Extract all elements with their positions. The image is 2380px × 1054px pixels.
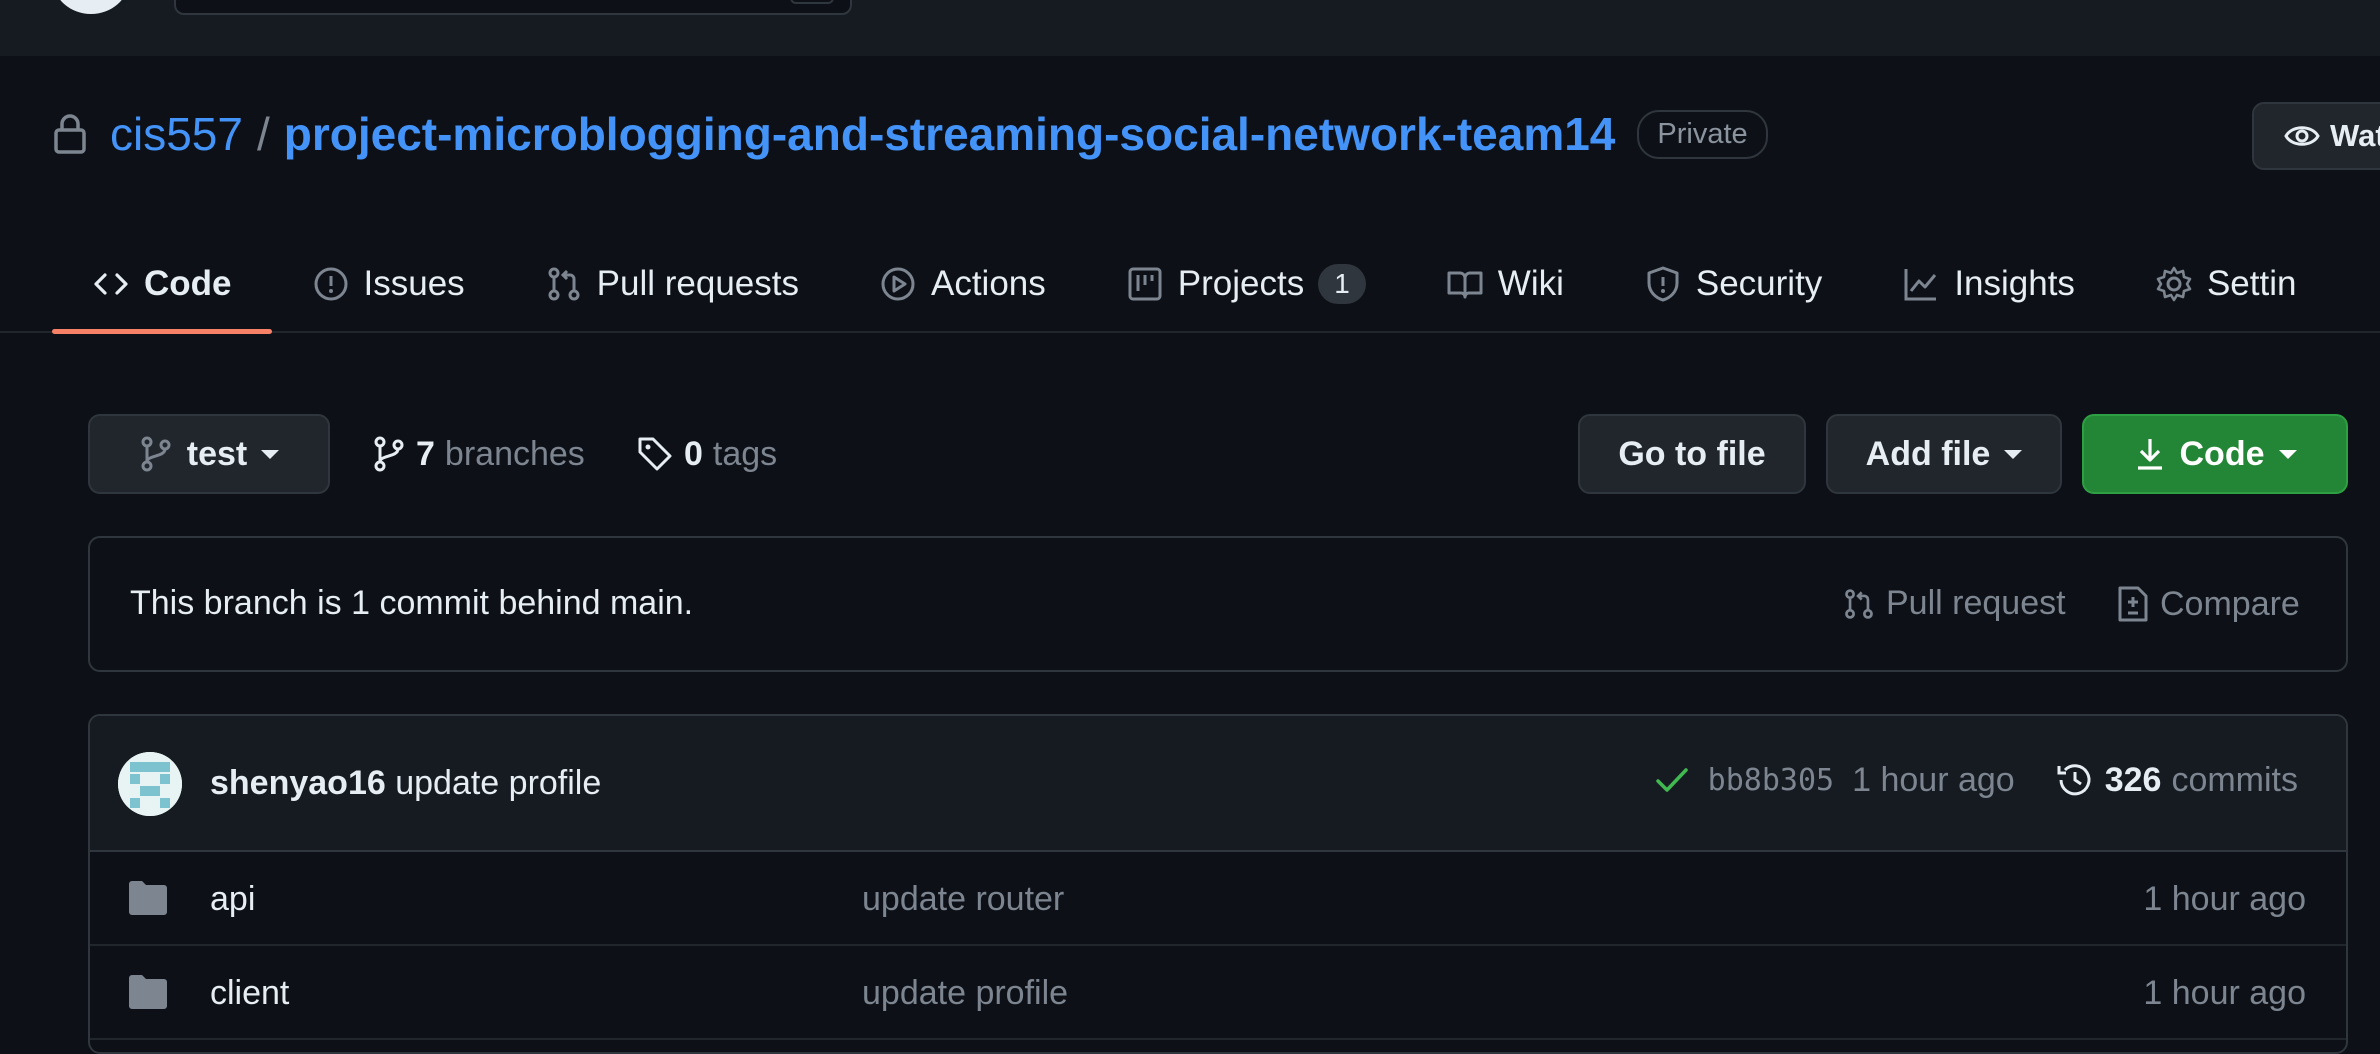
folder-icon (129, 881, 167, 915)
tag-icon (638, 437, 672, 471)
file-commit-message-link[interactable]: update profile (862, 974, 1068, 1013)
repository-title: cis557 / project-microblogging-and-strea… (52, 104, 1768, 164)
file-age: 1 hour ago (2143, 880, 2306, 918)
issue-icon (314, 267, 347, 301)
branch-status-text: This branch is 1 commit behind main. (130, 584, 694, 622)
tab-settings[interactable]: Settin (2115, 236, 2337, 332)
check-icon[interactable] (1654, 765, 1690, 795)
go-to-file-button[interactable]: Go to file (1578, 414, 1806, 494)
graph-icon (1904, 269, 1937, 301)
watch-button[interactable]: Wat (2252, 102, 2380, 170)
repo-nav-tabs: Code Issues Pull requests Actions Projec… (52, 236, 2337, 334)
tab-projects[interactable]: Projects 1 (1086, 236, 1406, 332)
tab-issues[interactable]: Issues (272, 236, 505, 332)
eye-icon (2284, 126, 2320, 146)
repo-separator: / (256, 108, 270, 160)
repo-name-link[interactable]: project-microblogging-and-streaming-soci… (284, 107, 1616, 161)
tab-label: Code (144, 264, 232, 303)
latest-commit-bar: shenyao16 update profile bb8b305 1 hour … (90, 716, 2346, 852)
file-name-link[interactable]: api (210, 880, 255, 919)
commits-link[interactable]: 326 commits (2055, 760, 2298, 800)
tab-security[interactable]: Security (1604, 236, 1862, 332)
tab-code[interactable]: Code (52, 236, 272, 334)
tab-label: Wiki (1497, 264, 1564, 303)
avatar[interactable] (118, 752, 182, 816)
tags-count: 0 (684, 434, 703, 473)
branch-icon (374, 436, 404, 472)
file-name-link[interactable]: client (210, 974, 289, 1013)
branch-status-notice: This branch is 1 commit behind main. Pul… (88, 536, 2348, 672)
table-row[interactable]: client update profile 1 hour ago (90, 946, 2346, 1040)
tab-pull-requests[interactable]: Pull requests (505, 236, 839, 332)
commits-label: commits (2171, 760, 2298, 799)
go-to-file-label: Go to file (1618, 434, 1766, 473)
file-age: 1 hour ago (2143, 974, 2306, 1012)
branches-label: branches (444, 434, 585, 473)
pull-request-link[interactable]: Pull request (1842, 584, 2066, 623)
chevron-down-icon (261, 449, 280, 459)
tab-label: Insights (1954, 264, 2075, 303)
pull-request-icon (548, 267, 580, 301)
search-input[interactable] (174, 0, 852, 15)
tab-label: Security (1695, 264, 1823, 303)
identicon-icon (118, 752, 182, 816)
repo-owner-link[interactable]: cis557 (110, 107, 243, 161)
lock-icon (54, 114, 86, 154)
search-shortcut-key (790, 0, 834, 4)
shield-icon (1647, 266, 1679, 302)
file-navigation: test 7 branches 0 tags Go to file Add fi… (88, 414, 2348, 494)
projects-counter: 1 (1318, 264, 1366, 304)
commits-count: 326 (2104, 760, 2162, 799)
tab-label: Settin (2206, 264, 2297, 303)
history-icon (2057, 764, 2091, 796)
tags-link[interactable]: 0 tags (636, 414, 777, 494)
chevron-down-icon (2278, 449, 2297, 459)
code-dropdown-button[interactable]: Code (2082, 414, 2348, 494)
code-icon (94, 273, 128, 295)
tab-insights[interactable]: Insights (1862, 236, 2115, 332)
chevron-down-icon (2004, 449, 2023, 459)
commit-message-link[interactable]: update profile (395, 764, 601, 802)
pull-request-icon (1845, 588, 1873, 619)
file-commit-message-link[interactable]: update router (862, 880, 1064, 919)
add-file-button[interactable]: Add file (1826, 414, 2062, 494)
branch-select-button[interactable]: test (88, 414, 330, 494)
compare-label: Compare (2160, 584, 2300, 623)
book-icon (1447, 271, 1483, 299)
branch-name: test (186, 434, 248, 473)
github-logo-icon[interactable] (52, 0, 130, 14)
commit-summary: shenyao16 update profile (210, 764, 601, 803)
tab-label: Actions (930, 264, 1046, 303)
pull-request-label: Pull request (1886, 584, 2066, 622)
download-icon (2137, 439, 2162, 470)
visibility-badge: Private (1637, 109, 1768, 159)
global-header (0, 0, 2380, 56)
commit-age: 1 hour ago (1852, 760, 2015, 799)
tab-label: Pull requests (596, 264, 799, 303)
commit-meta: bb8b305 1 hour ago 326 commits (1654, 760, 2298, 800)
branches-count: 7 (416, 434, 435, 473)
project-icon (1128, 267, 1162, 301)
compare-link[interactable]: Compare (2116, 584, 2300, 624)
branch-icon (141, 436, 171, 472)
file-list: shenyao16 update profile bb8b305 1 hour … (88, 714, 2348, 1054)
tab-wiki[interactable]: Wiki (1406, 236, 1604, 332)
diff-icon (2118, 586, 2148, 622)
commit-author-link[interactable]: shenyao16 (210, 764, 386, 802)
table-row[interactable]: api update router 1 hour ago (90, 852, 2346, 946)
commit-sha-link[interactable]: bb8b305 (1708, 763, 1834, 798)
tags-label: tags (712, 434, 778, 473)
tab-actions[interactable]: Actions (839, 236, 1086, 332)
play-icon (881, 267, 915, 301)
folder-icon (129, 975, 167, 1009)
code-button-label: Code (2179, 434, 2265, 473)
watch-label: Wat (2330, 118, 2380, 153)
tab-label: Projects (1177, 264, 1305, 303)
branches-link[interactable]: 7 branches (372, 414, 585, 494)
tab-label: Issues (363, 264, 465, 303)
gear-icon (2156, 266, 2192, 302)
add-file-label: Add file (1865, 434, 1991, 473)
